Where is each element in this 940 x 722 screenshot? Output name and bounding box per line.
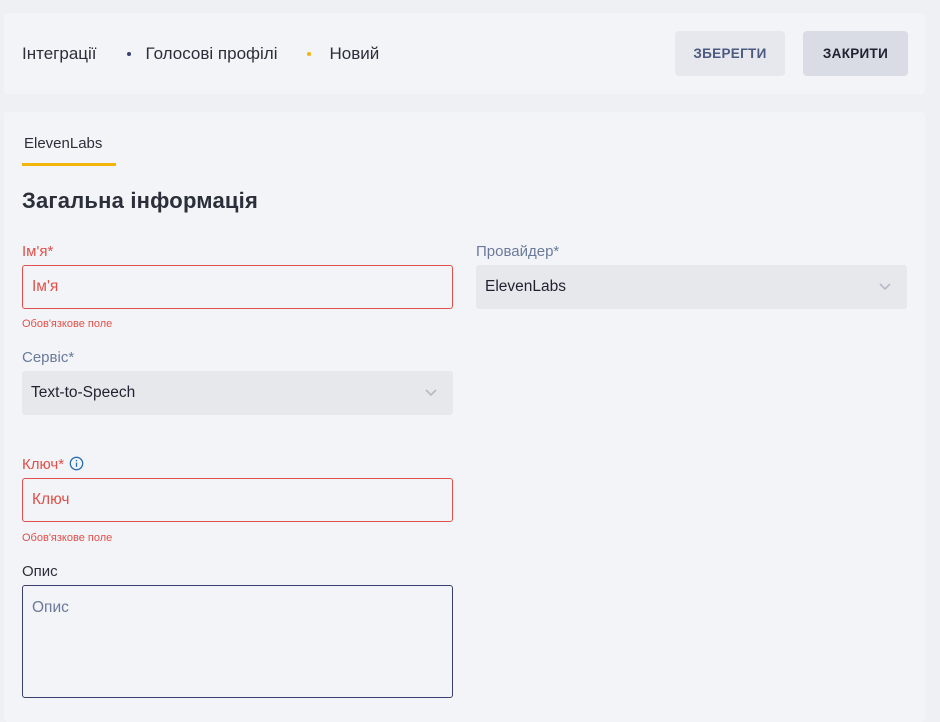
provider-label: Провайдер* — [476, 243, 560, 260]
chevron-down-icon — [425, 389, 437, 397]
description-textarea[interactable]: Опис — [22, 585, 453, 698]
key-placeholder: Ключ — [32, 491, 70, 508]
key-input[interactable]: Ключ — [22, 478, 453, 522]
name-label: Ім'я* — [22, 243, 54, 260]
provider-select[interactable]: ElevenLabs — [476, 265, 907, 309]
key-label-row: Ключ* — [22, 456, 84, 473]
form-panel: ElevenLabs Загальна інформація Ім'я* Ім'… — [4, 112, 925, 722]
header-actions: ЗБЕРЕГТИ ЗАКРИТИ — [675, 31, 908, 76]
name-placeholder: Ім'я — [32, 278, 59, 295]
breadcrumb-current-dot — [307, 51, 312, 56]
key-error-text: Обов'язкове поле — [22, 532, 113, 544]
close-button[interactable]: ЗАКРИТИ — [803, 31, 908, 76]
description-placeholder: Опис — [32, 599, 69, 616]
service-select[interactable]: Text-to-Speech — [22, 371, 453, 415]
breadcrumb-item-integrations[interactable]: Інтеграції — [22, 44, 97, 64]
name-input[interactable]: Ім'я — [22, 265, 453, 309]
breadcrumb: Інтеграції Голосові профілі Новий — [22, 44, 379, 64]
name-error-text: Обов'язкове поле — [22, 318, 113, 330]
tab-elevenlabs[interactable]: ElevenLabs — [22, 134, 116, 166]
info-icon[interactable] — [69, 456, 84, 471]
page-header: Інтеграції Голосові профілі Новий ЗБЕРЕГ… — [4, 13, 925, 94]
breadcrumb-separator-dot — [126, 51, 131, 56]
service-label: Сервіс* — [22, 349, 75, 366]
section-title: Загальна інформація — [22, 188, 258, 213]
key-label: Ключ* — [22, 456, 65, 473]
breadcrumb-item-voice-profiles[interactable]: Голосові профілі — [146, 44, 278, 64]
description-label: Опис — [22, 563, 58, 580]
breadcrumb-item-current: Новий — [329, 43, 380, 63]
save-button[interactable]: ЗБЕРЕГТИ — [675, 31, 785, 76]
service-value: Text-to-Speech — [31, 384, 136, 401]
provider-value: ElevenLabs — [485, 278, 567, 295]
chevron-down-icon — [879, 283, 891, 291]
